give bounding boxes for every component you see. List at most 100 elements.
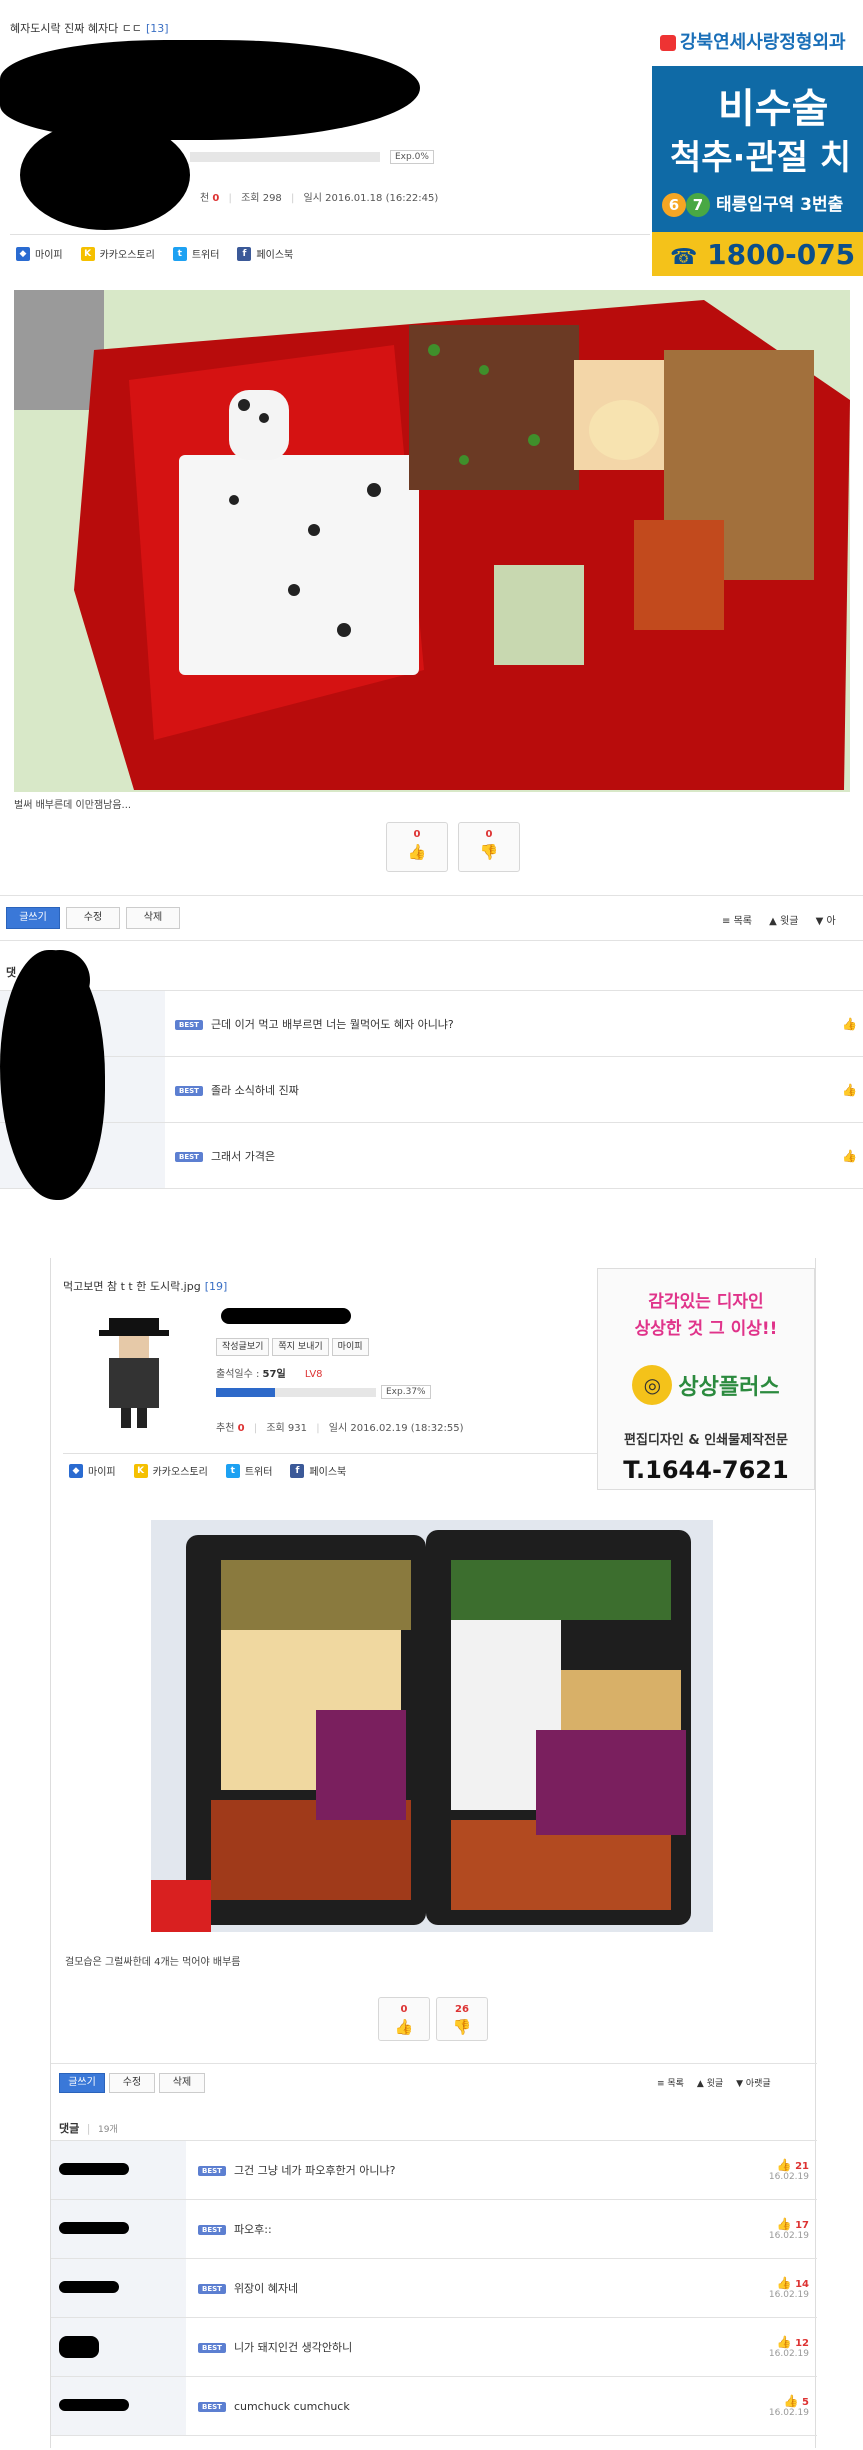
list-link[interactable]: ≡ 목록 [657,2079,684,2089]
redaction-blob [221,1308,351,1324]
comment-row: BEST 니가 돼지인건 생각안하니 👍 12 16.02.19 [51,2318,817,2377]
comments-count: 19개 [97,2125,118,2135]
post1-write-button[interactable]: 글쓰기 [6,907,60,929]
views-label: 조회 [241,193,260,204]
best-badge: BEST [198,2284,226,2294]
post1-comment-count[interactable]: [13] [146,22,169,35]
date-label: 일시 [328,1423,348,1434]
share-facebook[interactable]: f 페이스북 [290,1463,346,1478]
ad-logo-icon [660,35,676,51]
post2-vote-up[interactable]: 0 👍 [378,1997,430,2041]
mypi-button[interactable]: 마이피 [331,1338,369,1356]
share-kakaostory[interactable]: K 카카오스토리 [133,1463,208,1478]
next-label: 아랫글 [745,2079,771,2089]
thumbs-down-icon: 👎 [479,843,499,861]
prev-link[interactable]: ▲ 윗글 [697,2079,723,2089]
like-icon[interactable]: 👍 [777,2276,792,2290]
share-mypi[interactable]: ◆ 마이피 [69,1463,116,1478]
prev-link[interactable]: ▲ 윗글 [769,916,798,927]
comment-text: 니가 돼지인건 생각안하니 [233,2341,353,2354]
post2-share-bar: ◆ 마이피 K 카카오스토리 t 트위터 f 페이스북 [63,1453,597,1487]
best-badge: BEST [198,2225,226,2235]
ad-line2: 척추·관절 치 [670,138,852,178]
ad-line3: 편집디자인 & 인쇄물제작전문 [624,1433,788,1448]
post2-ad-banner[interactable]: 감각있는 디자인 상상한 것 그 이상!! ◎ 상상플러스 편집디자인 & 인쇄… [597,1268,815,1490]
like-icon[interactable]: 👍 [777,2158,792,2172]
wifi-icon: ◎ [632,1365,673,1405]
post1-comments-list: BEST 근데 이거 먹고 배부르면 너는 뭘먹어도 혜자 아니냐? 👍 BEST… [0,990,863,1189]
share-label: 카카오스토리 [99,250,155,261]
like-icon[interactable]: 👍 [842,1083,857,1097]
phone-icon: ☎ [670,245,698,270]
post1-delete-button[interactable]: 삭제 [126,907,180,929]
like-icon[interactable]: 👍 [842,1149,857,1163]
like-icon[interactable]: 👍 [842,1017,857,1031]
like-count: 17 [795,2220,809,2231]
ad-line3: 태릉입구역 3번출 [716,195,844,215]
post2-write-button[interactable]: 글쓰기 [59,2073,105,2093]
post2-delete-button[interactable]: 삭제 [159,2073,205,2093]
redaction-blob [59,2222,129,2234]
post1-edit-button[interactable]: 수정 [66,907,120,929]
post1-title[interactable]: 혜자도시락 진짜 혜자다 ㄷㄷ [13] [10,20,169,36]
ad-phone: 1800-075 [707,238,856,271]
next-link[interactable]: ▼ 아 [816,916,836,927]
post1-ad-banner[interactable]: 강북연세사랑정형외과 비수술 척추·관절 치 6 7 태릉입구역 3번출 ☎ 180… [652,14,863,276]
share-twitter[interactable]: t 트위터 [225,1463,272,1478]
facebook-icon: f [290,1463,305,1478]
date-value: 2016.02.19 (18:32:55) [350,1423,464,1434]
thumbs-up-icon: 👍 [407,843,427,861]
comment-text: 그건 그냥 네가 파오후한거 아니냐? [233,2164,396,2177]
post2-attendance: 출석일수 : 57일 LV8 [216,1365,323,1380]
send-message-button[interactable]: 쪽지 보내기 [272,1338,329,1356]
share-twitter[interactable]: t 트위터 [172,246,219,261]
post2-exp-fill [216,1388,276,1397]
vote-up-count: 0 [413,829,421,840]
comment-author-cell [51,2318,186,2376]
post2-photo [151,1520,713,1932]
comment-date: 16.02.19 [768,2231,809,2241]
post1-title-text: 혜자도시락 진짜 혜자다 ㄷㄷ [10,22,142,35]
comment-date: 16.02.19 [768,2408,809,2418]
post2-vote-down[interactable]: 26 👎 [436,1997,488,2041]
post2-edit-button[interactable]: 수정 [109,2073,155,2093]
redaction-blob [0,40,420,140]
twitter-icon: t [172,246,187,261]
redaction-blob [30,950,90,1010]
like-icon[interactable]: 👍 [777,2335,792,2349]
like-icon[interactable]: 👍 [777,2217,792,2231]
ad-brand: 강북연세사랑정형외과 [680,32,846,53]
post1-vote-down[interactable]: 0 👎 [458,822,520,872]
post2-comment-count[interactable]: [19] [205,1280,228,1293]
comments-label: 댓글 [59,2122,80,2135]
facebook-icon: f [237,246,252,261]
avatar [99,1318,169,1428]
post2-title[interactable]: 먹고보면 참 t t 한 도시락.jpg [19] [63,1278,227,1294]
post2-title-text: 먹고보면 참 t t 한 도시락.jpg [63,1280,201,1293]
view-posts-button[interactable]: 작성글보기 [216,1338,270,1356]
ad-phone: T.1644-7621 [623,1456,789,1484]
best-badge: BEST [198,2401,226,2412]
comment-meta: 👍 12 16.02.19 [769,2335,809,2359]
comment-text: 근데 이거 먹고 배부르면 너는 뭘먹어도 혜자 아니냐? [210,1017,454,1031]
like-icon[interactable]: 👍 [784,2394,799,2408]
share-facebook[interactable]: f 페이스북 [237,246,293,261]
post2-container: 먹고보면 참 t t 한 도시락.jpg [19] 작성글보기 쪽지 보내기 마이… [50,1258,817,2448]
list-link[interactable]: ≡ 목록 [722,916,752,927]
ad-line1: 비수술 [718,86,829,132]
next-label: 아 [826,916,836,927]
post1-container: 혜자도시락 진짜 혜자다 ㄷㄷ [13] Exp.0% 천 0 | 조회 298 … [0,0,863,1200]
thumbs-down-icon: 👎 [452,2018,472,2036]
share-kakaostory[interactable]: K 카카오스토리 [80,246,155,261]
comment-row: BEST 그건 그냥 네가 파오후한거 아니냐? 👍 21 16.02.19 [51,2141,817,2200]
recommend-label: 천 [200,193,210,204]
like-count: 14 [795,2279,809,2290]
post1-vote-up[interactable]: 0 👍 [386,822,448,872]
comment-text: 그래서 가격은 [210,1149,276,1163]
share-mypi[interactable]: ◆ 마이피 [16,246,63,261]
vote-up-count: 0 [400,2004,408,2015]
mypi-icon: ◆ [16,246,30,261]
prev-label: 윗글 [706,2079,724,2089]
next-link[interactable]: ▼ 아랫글 [736,2079,771,2089]
comment-row: BEST 그래서 가격은 👍 [0,1123,863,1189]
